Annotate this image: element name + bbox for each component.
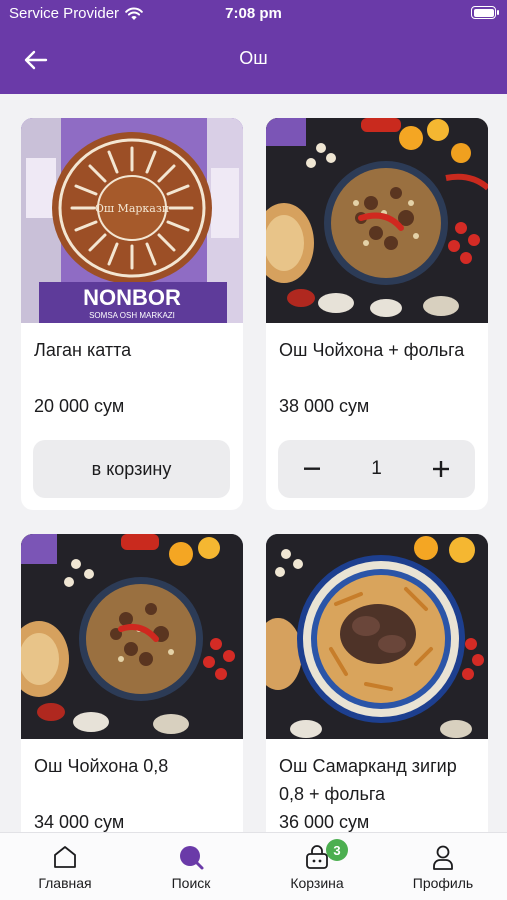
quantity-stepper: 1 bbox=[278, 440, 475, 498]
product-price: 20 000 сум bbox=[34, 396, 125, 416]
search-icon bbox=[180, 846, 204, 870]
product-card[interactable]: Ош Самарканд зигир 0,8 + фольга 36 000 с… bbox=[266, 534, 488, 832]
header: Service Provider 7:08 pm Ош bbox=[0, 0, 507, 94]
product-image bbox=[21, 534, 243, 739]
page-title: Ош bbox=[239, 48, 268, 68]
tab-label: Главная bbox=[38, 875, 92, 891]
product-price: 36 000 сум bbox=[279, 812, 370, 832]
status-time: 7:08 pm bbox=[225, 5, 282, 22]
increase-button[interactable] bbox=[413, 440, 469, 498]
brand-text: NONBOR bbox=[83, 285, 181, 310]
product-price: 34 000 сум bbox=[34, 812, 125, 832]
product-name: Ош Чойхона + фольга bbox=[279, 340, 465, 360]
home-icon bbox=[54, 846, 76, 868]
product-card[interactable]: Ош Чойхона + фольга 38 000 сум 1 bbox=[266, 118, 488, 510]
tab-profile[interactable]: Профиль bbox=[380, 833, 506, 900]
product-name: Лаган катта bbox=[34, 340, 132, 360]
product-name: Ош Самарканд зигир 0,8 + фольга bbox=[279, 756, 457, 804]
cart-badge: 3 bbox=[326, 839, 348, 861]
tab-cart[interactable]: 3 Корзина bbox=[254, 833, 380, 900]
tab-label: Поиск bbox=[171, 875, 211, 891]
brand-sub-text: SOMSA OSH MARKAZI bbox=[89, 311, 175, 320]
tab-label: Профиль bbox=[412, 875, 474, 891]
product-image: Ош Маркази NONBOR SOMSA OSH MARKAZI bbox=[21, 118, 243, 323]
product-price: 38 000 сум bbox=[279, 396, 370, 416]
plus-icon bbox=[433, 461, 449, 477]
product-card[interactable]: Ош Маркази NONBOR SOMSA OSH MARKAZI Лага… bbox=[21, 118, 243, 510]
tab-label: Корзина bbox=[290, 875, 344, 891]
status-bar: Service Provider 7:08 pm bbox=[0, 0, 507, 28]
product-card[interactable]: Ош Чойхона 0,8 34 000 сум bbox=[21, 534, 243, 832]
nav-row: Ош bbox=[0, 36, 507, 84]
user-icon bbox=[433, 845, 453, 870]
plate-logo-text: Ош Маркази bbox=[95, 202, 169, 215]
tab-home[interactable]: Главная bbox=[2, 833, 128, 900]
product-image bbox=[266, 118, 488, 323]
product-image bbox=[266, 534, 488, 739]
battery-icon bbox=[471, 6, 499, 19]
product-grid: Ош Маркази NONBOR SOMSA OSH MARKAZI Лага… bbox=[0, 94, 507, 832]
tab-bar: Главная Поиск 3 Корзина Профиль bbox=[0, 832, 507, 900]
product-name: Ош Чойхона 0,8 bbox=[34, 756, 169, 776]
tab-search[interactable]: Поиск bbox=[128, 833, 254, 900]
add-to-cart-button[interactable]: в корзину bbox=[33, 440, 230, 498]
